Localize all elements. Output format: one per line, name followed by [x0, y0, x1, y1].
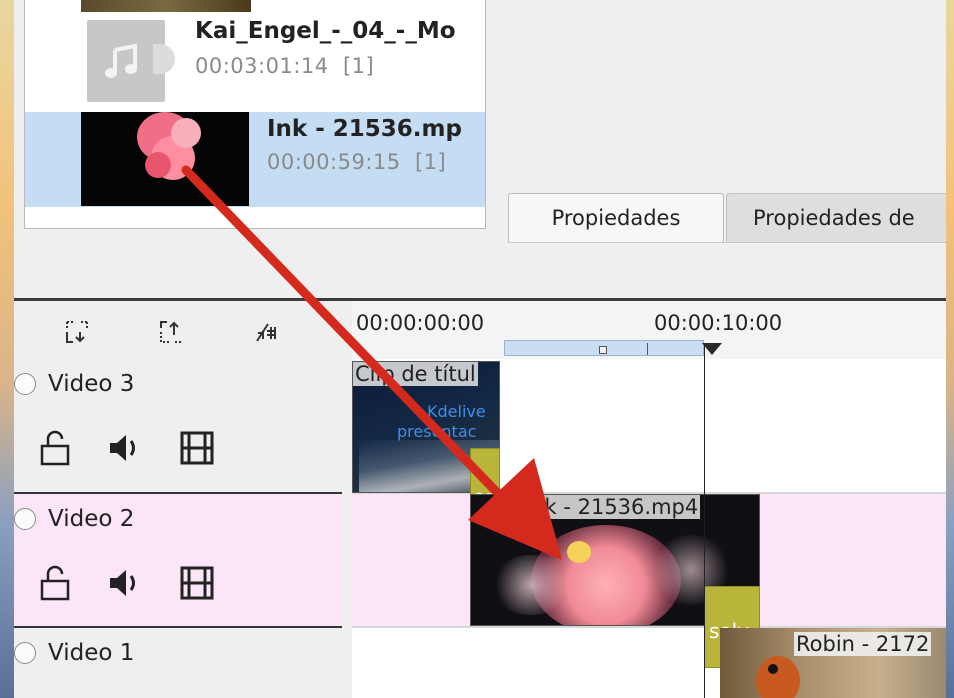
- snap-icon[interactable]: [254, 319, 280, 345]
- zone-marker[interactable]: [599, 346, 607, 354]
- extract-zone-icon[interactable]: [158, 319, 184, 345]
- track-radio[interactable]: [14, 373, 36, 395]
- bin-item-name: Kai_Engel_-_04_-_Mo: [195, 18, 456, 44]
- timeline-ruler[interactable]: 00:00:00:00 00:00:10:00: [352, 301, 946, 359]
- track-name: Video 3: [48, 371, 135, 397]
- ink-thumbnail: [81, 112, 249, 206]
- bin-item-audio[interactable]: Kai_Engel_-_04_-_Mo 00:03:01:14 [1]: [25, 12, 485, 106]
- timeline-zone[interactable]: [504, 340, 704, 356]
- track-name: Video 2: [48, 506, 135, 532]
- track-header-video-1[interactable]: Video 1: [14, 628, 342, 698]
- tab-properties-other[interactable]: Propiedades de: [726, 193, 946, 243]
- lock-icon[interactable]: [36, 429, 74, 467]
- insert-zone-icon[interactable]: [64, 319, 90, 345]
- kdenlive-window: Kai_Engel_-_04_-_Mo 00:03:01:14 [1] Ink …: [14, 0, 946, 698]
- playhead-handle[interactable]: [702, 343, 722, 355]
- film-icon[interactable]: [178, 429, 216, 467]
- bin-item-name: Ink - 21536.mp: [267, 116, 462, 142]
- track-header-video-2[interactable]: Video 2: [14, 494, 342, 628]
- speaker-icon[interactable]: [106, 429, 144, 467]
- title-text-line: Kdelive: [427, 402, 486, 421]
- ruler-label: 00:00:00:00: [356, 311, 485, 335]
- track-name: Video 1: [48, 640, 135, 666]
- audio-thumbnail: [87, 20, 175, 102]
- clip-label: Ink - 21536.mp4: [523, 495, 701, 519]
- bin-item-duration: 00:00:59:15 [1]: [267, 150, 447, 174]
- lock-icon[interactable]: [36, 564, 74, 602]
- music-note-icon: [105, 43, 137, 78]
- track-header-video-3[interactable]: Video 3: [14, 359, 342, 494]
- previous-clip-thumbnail[interactable]: [81, 0, 251, 12]
- track-radio[interactable]: [14, 508, 36, 530]
- title-text-line: presentac: [397, 422, 477, 441]
- playhead-line[interactable]: [704, 343, 705, 698]
- speaker-icon[interactable]: [106, 564, 144, 602]
- ruler-label: 00:00:10:00: [654, 311, 783, 335]
- clip-label: Robin - 2172: [794, 632, 932, 656]
- project-bin[interactable]: Kai_Engel_-_04_-_Mo 00:03:01:14 [1] Ink …: [24, 0, 486, 229]
- timeline-toolbar: [14, 301, 342, 359]
- clip-label: Clip de títul: [353, 362, 478, 386]
- bin-item-duration: 00:03:01:14 [1]: [195, 54, 375, 78]
- film-icon[interactable]: [178, 564, 216, 602]
- tab-properties[interactable]: Propiedades: [508, 193, 724, 243]
- clip-robin[interactable]: Robin - 2172: [720, 628, 946, 698]
- track-radio[interactable]: [14, 642, 36, 664]
